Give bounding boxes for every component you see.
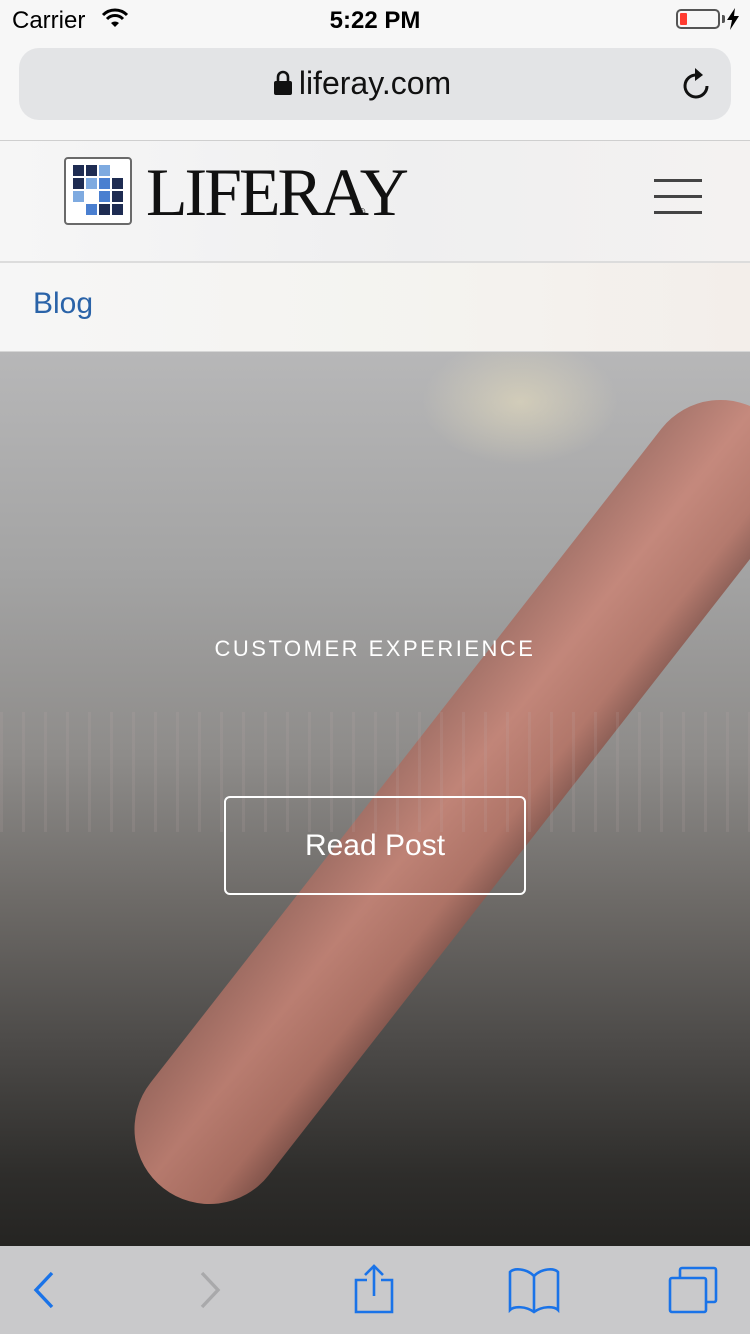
site-header: LIFERAY ® (0, 141, 750, 263)
hamburger-menu-icon[interactable] (654, 177, 702, 217)
back-icon[interactable] (30, 1264, 58, 1319)
read-post-button[interactable]: Read Post (224, 796, 526, 895)
status-bar: Carrier 5:22 PM (0, 0, 750, 40)
clock: 5:22 PM (329, 7, 421, 34)
tabs-icon[interactable] (666, 1264, 722, 1321)
browser-toolbar (0, 1246, 750, 1334)
breadcrumb: Blog (0, 263, 750, 352)
browser-url-area: liferay.com (0, 40, 750, 141)
reload-icon[interactable] (681, 66, 713, 107)
bookmarks-icon[interactable] (506, 1264, 562, 1319)
battery-tip (722, 15, 725, 23)
liferay-wordmark[interactable]: LIFERAY (146, 155, 409, 229)
charging-bolt-icon (726, 8, 740, 35)
url-text[interactable]: liferay.com (19, 65, 731, 102)
share-icon[interactable] (352, 1264, 396, 1319)
forward-icon[interactable] (196, 1264, 224, 1319)
hero-banner: CUSTOMER EXPERIENCE Read Post (0, 352, 750, 1246)
hero-category-label: CUSTOMER EXPERIENCE (214, 636, 536, 661)
liferay-logo-mark[interactable] (64, 157, 132, 225)
battery-icon (676, 9, 720, 29)
registered-mark: ® (358, 207, 366, 218)
breadcrumb-blog-link[interactable]: Blog (33, 287, 93, 321)
address-bar[interactable]: liferay.com (19, 48, 731, 120)
